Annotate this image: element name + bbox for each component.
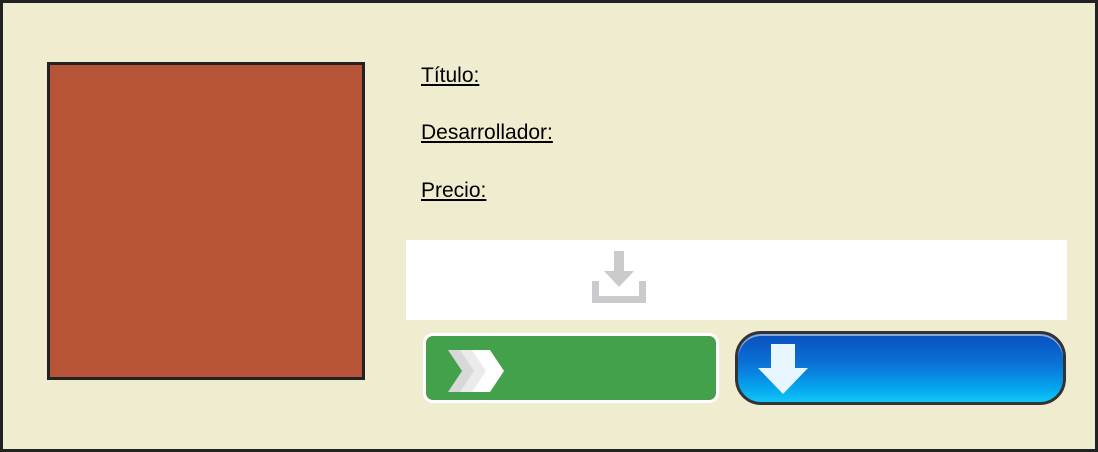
title-label: Título: (421, 64, 480, 87)
developer-label: Desarrollador: (421, 121, 553, 144)
download-tray-icon (592, 251, 646, 303)
proceed-button[interactable] (423, 333, 719, 403)
product-cover-image (47, 62, 365, 380)
product-card: Título: Desarrollador: Precio: (0, 0, 1098, 452)
chevrons-right-icon (448, 350, 504, 392)
download-button[interactable] (735, 331, 1066, 405)
price-label: Precio: (421, 179, 487, 202)
arrow-down-icon (758, 344, 808, 394)
download-status-area (406, 240, 1067, 320)
